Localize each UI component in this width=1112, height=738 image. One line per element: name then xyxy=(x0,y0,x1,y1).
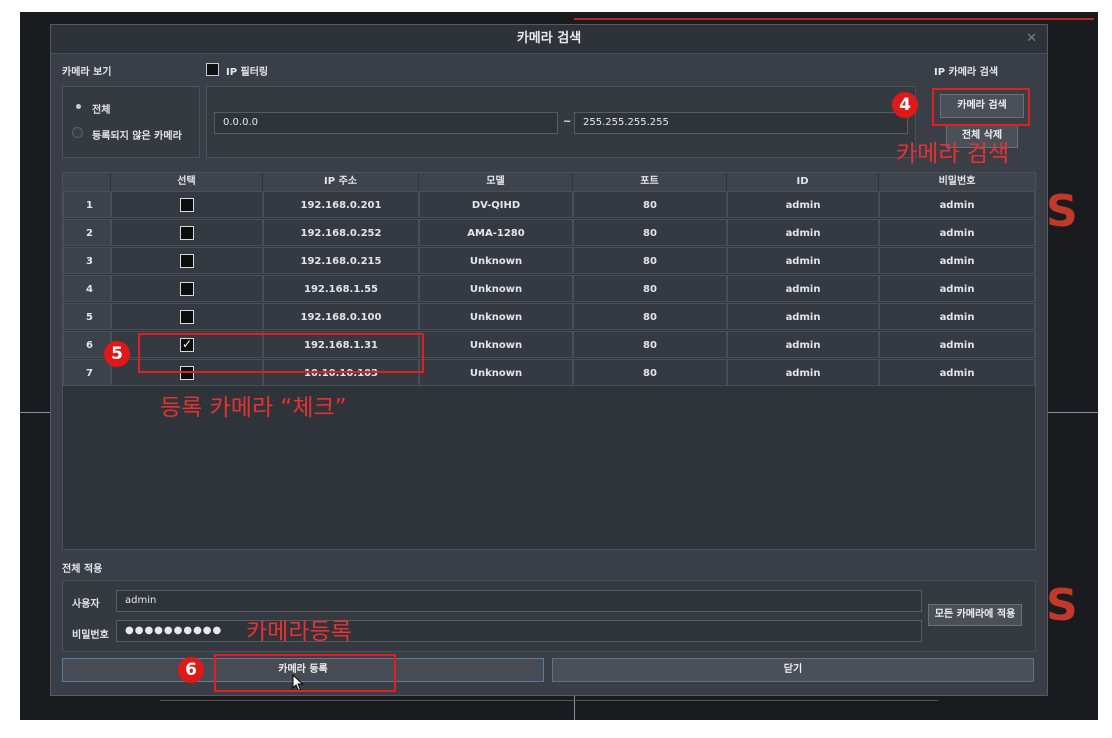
dialog-title: 카메라 검색 xyxy=(51,25,1047,54)
background-side-letter: S xyxy=(1046,580,1078,631)
close-button[interactable]: 닫기 xyxy=(552,658,1034,682)
column-header-ip: IP 주소 xyxy=(263,173,419,191)
select-cell xyxy=(111,275,263,302)
table-row[interactable]: 1 192.168.0.201 DV-QIHD 80 admin admin xyxy=(63,191,1035,219)
model-cell: AMA-1280 xyxy=(419,219,573,246)
port-cell: 80 xyxy=(573,303,727,330)
annotation-box-search xyxy=(932,88,1030,126)
ip-start-input[interactable]: 0.0.0.0 xyxy=(214,112,558,134)
camera-view-label: 카메라 보기 xyxy=(62,67,112,78)
id-cell: admin xyxy=(727,303,879,330)
password-cell: admin xyxy=(879,191,1035,218)
annotation-text-select: 등록 카메라 “체크” xyxy=(160,395,347,421)
apply-all-label: 전체 적용 xyxy=(62,564,103,575)
table-row[interactable]: 3 192.168.0.215 Unknown 80 admin admin xyxy=(63,247,1035,275)
id-cell: admin xyxy=(727,191,879,218)
port-cell: 80 xyxy=(573,275,727,302)
ip-cell: 192.168.0.201 xyxy=(263,191,419,218)
model-cell: DV-QIHD xyxy=(419,191,573,218)
column-header-model: 모델 xyxy=(419,173,573,191)
id-cell: admin xyxy=(727,219,879,246)
background-side-letter: S xyxy=(1046,186,1078,237)
annotation-step-5: 5 xyxy=(104,341,130,367)
select-cell xyxy=(111,219,263,246)
password-cell: admin xyxy=(879,219,1035,246)
background-divider-left xyxy=(20,412,50,413)
row-select-checkbox[interactable] xyxy=(180,254,194,268)
user-input[interactable]: admin xyxy=(116,590,922,612)
close-icon[interactable]: ✕ xyxy=(1026,25,1037,53)
column-header-index xyxy=(63,173,111,191)
row-number: 2 xyxy=(63,219,111,246)
port-cell: 80 xyxy=(573,247,727,274)
port-cell: 80 xyxy=(573,331,727,358)
select-cell xyxy=(111,191,263,218)
radio-all[interactable] xyxy=(76,104,81,109)
password-cell: admin xyxy=(879,331,1035,358)
password-cell: admin xyxy=(879,359,1035,386)
column-header-port: 포트 xyxy=(573,173,727,191)
password-cell: admin xyxy=(879,247,1035,274)
password-cell: admin xyxy=(879,303,1035,330)
row-number: 4 xyxy=(63,275,111,302)
ip-range-separator: ~ xyxy=(563,116,572,127)
background-divider-right xyxy=(1046,412,1098,413)
password-input[interactable]: ●●●●●●●●●● xyxy=(116,620,922,642)
row-select-checkbox[interactable] xyxy=(180,310,194,324)
table-row[interactable]: 4 192.168.1.55 Unknown 80 admin admin xyxy=(63,275,1035,303)
port-cell: 80 xyxy=(573,359,727,386)
id-cell: admin xyxy=(727,275,879,302)
model-cell: Unknown xyxy=(419,303,573,330)
port-cell: 80 xyxy=(573,191,727,218)
radio-all-label: 전체 xyxy=(92,105,111,116)
row-select-checkbox[interactable] xyxy=(180,282,194,296)
table-row[interactable]: 2 192.168.0.252 AMA-1280 80 admin admin xyxy=(63,219,1035,247)
password-label: 비밀번호 xyxy=(72,630,109,641)
ip-end-input[interactable]: 255.255.255.255 xyxy=(574,112,908,134)
row-number: 3 xyxy=(63,247,111,274)
annotation-step-4: 4 xyxy=(892,92,918,118)
column-header-select: 선택 xyxy=(111,173,263,191)
model-cell: Unknown xyxy=(419,331,573,358)
row-select-checkbox[interactable] xyxy=(180,198,194,212)
id-cell: admin xyxy=(727,247,879,274)
annotation-text-search: 카메라 검색 xyxy=(896,141,1010,167)
row-number: 7 xyxy=(63,359,111,386)
select-cell xyxy=(111,247,263,274)
port-cell: 80 xyxy=(573,219,727,246)
id-cell: admin xyxy=(727,359,879,386)
row-select-checkbox[interactable] xyxy=(180,226,194,240)
id-cell: admin xyxy=(727,331,879,358)
table-row[interactable]: 5 192.168.0.100 Unknown 80 admin admin xyxy=(63,303,1035,331)
background-red-line xyxy=(574,18,1094,20)
select-cell xyxy=(111,303,263,330)
column-header-password: 비밀번호 xyxy=(879,173,1035,191)
radio-unregistered-label: 등록되지 않은 카메라 xyxy=(92,131,182,142)
ip-camera-search-label: IP 카메라 검색 xyxy=(934,67,999,78)
annotation-box-register xyxy=(214,654,396,692)
annotation-box-select xyxy=(138,333,424,373)
row-number: 5 xyxy=(63,303,111,330)
row-number: 1 xyxy=(63,191,111,218)
ip-cell: 192.168.1.55 xyxy=(263,275,419,302)
apply-to-all-cameras-button[interactable]: 모든 카메라에 적용 xyxy=(928,604,1022,626)
password-cell: admin xyxy=(879,275,1035,302)
ip-cell: 192.168.0.215 xyxy=(263,247,419,274)
background-divider-bottom xyxy=(574,694,575,720)
annotation-step-6: 6 xyxy=(178,657,204,683)
model-cell: Unknown xyxy=(419,275,573,302)
ip-filter-label: IP 필터링 xyxy=(226,67,269,78)
ip-cell: 192.168.0.252 xyxy=(263,219,419,246)
annotation-text-register: 카메라등록 xyxy=(246,619,352,645)
model-cell: Unknown xyxy=(419,247,573,274)
column-header-id: ID xyxy=(727,173,879,191)
background-scroll-track xyxy=(160,700,938,701)
ip-cell: 192.168.0.100 xyxy=(263,303,419,330)
camera-view-group xyxy=(62,86,200,158)
ip-filter-checkbox[interactable] xyxy=(206,63,219,76)
user-label: 사용자 xyxy=(72,599,100,610)
model-cell: Unknown xyxy=(419,359,573,386)
radio-unregistered[interactable] xyxy=(72,127,83,138)
